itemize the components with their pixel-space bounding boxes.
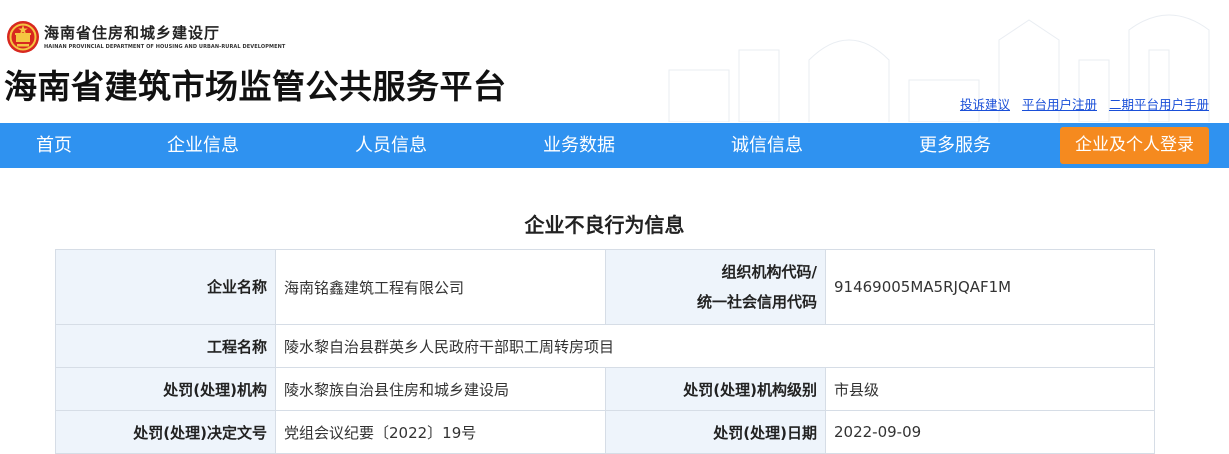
complaint-link[interactable]: 投诉建议	[960, 97, 1010, 112]
penalty-org-level-label: 处罚(处理)机构级别	[605, 367, 826, 411]
nav-personnel-info[interactable]: 人员信息	[355, 123, 427, 168]
penalty-org-value: 陵水黎族自治县住房和城乡建设局	[275, 367, 606, 411]
project-name-value: 陵水黎自治县群英乡人民政府干部职工周转房项目	[275, 324, 1155, 368]
org-code-label-line1: 组织机构代码/	[721, 263, 817, 281]
user-register-link[interactable]: 平台用户注册	[1022, 97, 1097, 112]
company-name-label: 企业名称	[55, 249, 276, 325]
nav-business-data[interactable]: 业务数据	[543, 123, 615, 168]
department-name-english: HAINAN PROVINCIAL DEPARTMENT OF HOUSING …	[44, 44, 286, 50]
site-title: 海南省建筑市场监管公共服务平台	[4, 67, 507, 106]
login-button[interactable]: 企业及个人登录	[1060, 127, 1209, 164]
site-header: 海南省住房和城乡建设厅 HAINAN PROVINCIAL DEPARTMENT…	[0, 0, 1229, 122]
table-row: 企业名称 海南铭鑫建筑工程有限公司 组织机构代码/ 统一社会信用代码 91469…	[55, 249, 1155, 325]
nav-more-services[interactable]: 更多服务	[919, 123, 991, 168]
nav-home[interactable]: 首页	[36, 123, 72, 168]
decision-no-value: 党组会议纪要〔2022〕19号	[275, 410, 606, 454]
table-row: 处罚(处理)决定文号 党组会议纪要〔2022〕19号 处罚(处理)日期 2022…	[55, 410, 1155, 454]
user-manual-link[interactable]: 二期平台用户手册	[1109, 97, 1209, 112]
main-nav: 首页 企业信息 人员信息 业务数据 诚信信息 更多服务 企业及个人登录	[0, 123, 1229, 168]
penalty-org-level-value: 市县级	[825, 367, 1155, 411]
org-code-value: 91469005MA5RJQAF1M	[825, 249, 1155, 325]
page-title: 企业不良行为信息	[524, 213, 685, 237]
org-code-label: 组织机构代码/ 统一社会信用代码	[605, 249, 826, 325]
company-name-value: 海南铭鑫建筑工程有限公司	[275, 249, 606, 325]
penalty-date-value: 2022-09-09	[825, 410, 1155, 454]
nav-credit-info[interactable]: 诚信信息	[731, 123, 803, 168]
top-links: 投诉建议 平台用户注册 二期平台用户手册	[952, 94, 1209, 113]
decision-no-label: 处罚(处理)决定文号	[55, 410, 276, 454]
department-name: 海南省住房和城乡建设厅	[44, 24, 221, 42]
nav-enterprise-info[interactable]: 企业信息	[167, 123, 239, 168]
penalty-date-label: 处罚(处理)日期	[605, 410, 826, 454]
bad-behavior-info-table: 企业名称 海南铭鑫建筑工程有限公司 组织机构代码/ 统一社会信用代码 91469…	[55, 249, 1155, 454]
national-emblem-icon	[7, 21, 39, 53]
org-code-label-line2: 统一社会信用代码	[696, 293, 817, 311]
penalty-org-label: 处罚(处理)机构	[55, 367, 276, 411]
project-name-label: 工程名称	[55, 324, 276, 368]
table-row: 工程名称 陵水黎自治县群英乡人民政府干部职工周转房项目	[55, 324, 1155, 368]
table-row: 处罚(处理)机构 陵水黎族自治县住房和城乡建设局 处罚(处理)机构级别 市县级	[55, 367, 1155, 411]
